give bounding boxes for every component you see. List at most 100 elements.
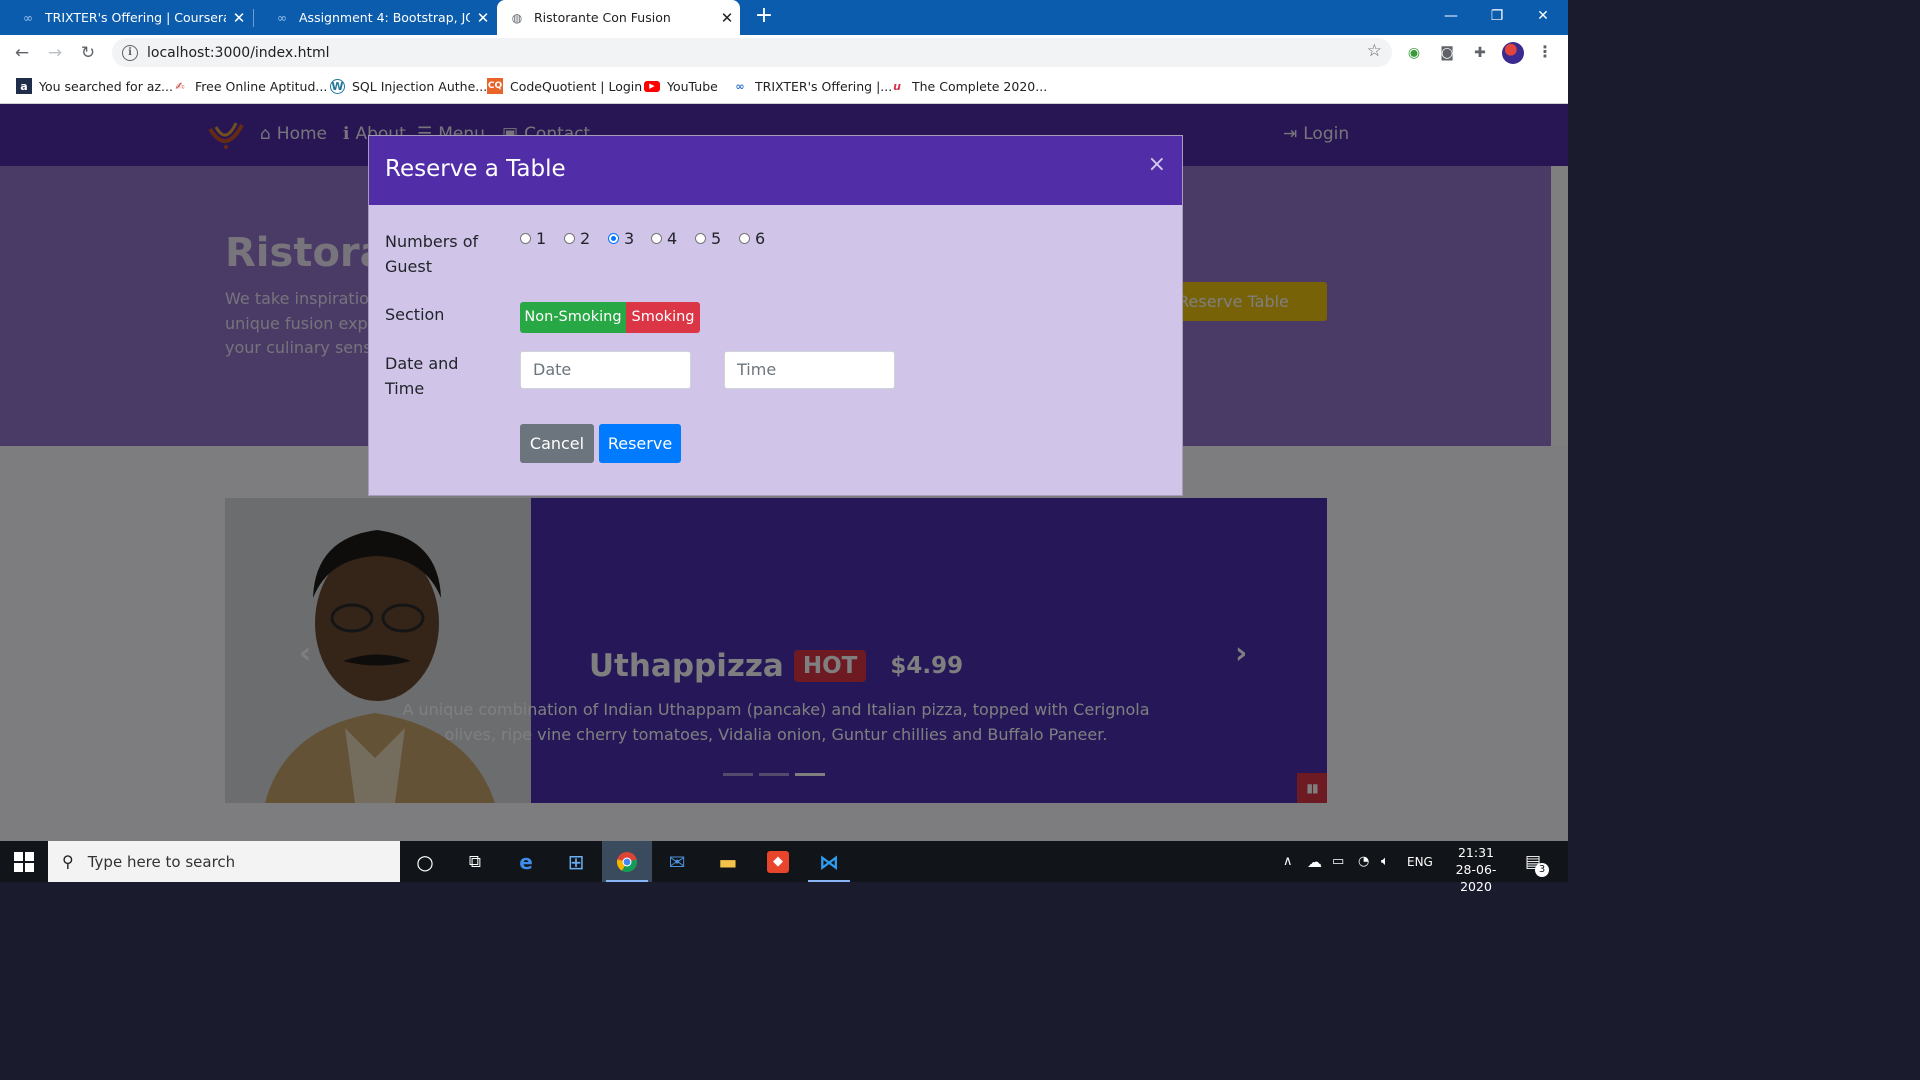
cancel-button[interactable]: Cancel	[520, 424, 594, 463]
address-bar[interactable]: i localhost:3000/index.html ☆	[112, 38, 1392, 67]
profile-avatar[interactable]	[1502, 42, 1524, 64]
edge-icon[interactable]: e	[501, 841, 551, 882]
radio-label: 5	[711, 229, 722, 248]
radio-label: 2	[580, 229, 591, 248]
vscode-icon[interactable]: ⋈	[804, 841, 854, 882]
search-placeholder: Type here to search	[87, 852, 236, 871]
section-label: Section	[385, 305, 445, 324]
clock-date: 28-06-2020	[1455, 862, 1497, 894]
bookmark-label: You searched for az...	[39, 78, 173, 94]
close-tab-icon[interactable]: ✕	[226, 9, 252, 27]
bookmark-item[interactable]: CQ CodeQuotient | Login	[487, 70, 642, 102]
web-page: ⌂ Home ℹ About ☰ Menu ▣ Contact ⇥ Login …	[0, 104, 1568, 841]
minimize-button[interactable]: —	[1428, 0, 1474, 32]
close-icon[interactable]: ×	[1148, 152, 1166, 177]
store-icon[interactable]: ⊞	[551, 841, 601, 882]
codequotient-icon: CQ	[487, 78, 503, 94]
mail-icon[interactable]: ✉	[652, 841, 702, 882]
camera-icon[interactable]: ◙	[1438, 44, 1456, 62]
date-input[interactable]: Date	[520, 351, 691, 389]
reserve-button[interactable]: Reserve	[599, 424, 681, 463]
restore-button[interactable]: ❐	[1474, 0, 1520, 32]
guest-radio-5[interactable]: 5	[695, 229, 721, 248]
clock-time: 21:31	[1457, 845, 1495, 860]
radio-label: 3	[624, 229, 635, 248]
modal-header: Reserve a Table ×	[369, 136, 1182, 205]
coursera-icon: ∞	[735, 79, 745, 93]
time-input[interactable]: Time	[724, 351, 895, 389]
search-icon: ⚲	[62, 852, 74, 871]
git-icon[interactable]: ◆	[753, 841, 803, 882]
chrome-icon[interactable]	[602, 841, 652, 882]
radio-circle[interactable]	[739, 233, 750, 244]
coursera-icon: ∞	[277, 10, 287, 25]
bookmark-label: CodeQuotient | Login	[510, 78, 643, 94]
new-tab-button[interactable]: +	[752, 3, 776, 28]
taskbar-search-box[interactable]: ⚲ Type here to search	[48, 841, 400, 882]
url-text: localhost:3000/index.html	[147, 44, 330, 61]
bookmark-item[interactable]: ∞ TRIXTER's Offering |...	[732, 70, 892, 102]
reserve-table-modal: Reserve a Table × Numbers of Guest 1 2 3…	[368, 135, 1183, 496]
task-view-icon[interactable]: ⧉	[450, 841, 500, 882]
radio-circle[interactable]	[651, 233, 662, 244]
more-menu-icon[interactable]: ⋮	[1537, 42, 1553, 62]
back-button[interactable]: ←	[8, 39, 36, 67]
bookmark-item[interactable]: ✍ Free Online Aptitud...	[172, 70, 327, 102]
guest-radio-1[interactable]: 1	[520, 229, 546, 248]
tab-ristorante[interactable]: ◍ Ristorante Con Fusion ✕	[497, 0, 740, 35]
globe-icon: ◍	[511, 10, 523, 25]
bookmarks-bar: a You searched for az... ✍ Free Online A…	[0, 70, 1568, 104]
windows-taskbar: ⚲ Type here to search ○ ⧉ e ⊞ ✉ ▬ ◆ ⋈ ∧ …	[0, 841, 1568, 894]
tab-assignment[interactable]: ∞ Assignment 4: Bootstrap, JQuery ✕	[254, 0, 496, 35]
onedrive-icon[interactable]: ☁	[1307, 841, 1322, 882]
radio-circle[interactable]	[564, 233, 575, 244]
tab-strip: ∞ TRIXTER's Offering | Coursera ✕ ∞ Assi…	[0, 0, 1568, 35]
bookmark-item[interactable]: u The Complete 2020...	[889, 70, 1047, 102]
non-smoking-button[interactable]: Non-Smoking	[520, 302, 626, 333]
bookmark-label: YouTube	[667, 78, 718, 94]
windows-start-icon[interactable]	[14, 852, 34, 872]
guests-label: Numbers of Guest	[385, 232, 479, 276]
bookmark-item[interactable]: a You searched for az...	[16, 70, 173, 102]
close-window-button[interactable]: ✕	[1520, 0, 1566, 32]
volume-icon[interactable]: 🔈︎	[1381, 841, 1389, 882]
battery-icon[interactable]: ▭	[1332, 841, 1344, 882]
forward-button[interactable]: →	[41, 39, 69, 67]
info-icon[interactable]: i	[122, 44, 138, 61]
git-logo-icon: ◆	[767, 850, 789, 873]
notification-count-badge: 3	[1535, 863, 1549, 877]
language-indicator[interactable]: ENG	[1407, 841, 1433, 882]
guest-radio-6[interactable]: 6	[739, 229, 765, 248]
extension-globe-icon[interactable]: ◉	[1405, 44, 1423, 62]
extensions-puzzle-icon[interactable]: ✚	[1471, 44, 1489, 62]
bookmark-label: Free Online Aptitud...	[195, 78, 328, 94]
radio-label: 6	[755, 229, 766, 248]
close-tab-icon[interactable]: ✕	[470, 9, 496, 27]
reload-button[interactable]: ↻	[74, 39, 102, 67]
tab-title: Ristorante Con Fusion	[534, 10, 671, 25]
browser-toolbar: ← → ↻ i localhost:3000/index.html ☆ ◉ ◙ …	[0, 35, 1568, 70]
wifi-icon[interactable]: ◔	[1358, 841, 1369, 882]
radio-circle[interactable]	[695, 233, 706, 244]
file-explorer-icon[interactable]: ▬	[703, 841, 753, 882]
close-tab-icon[interactable]: ✕	[714, 9, 740, 27]
tab-coursera-offering[interactable]: ∞ TRIXTER's Offering | Coursera ✕	[0, 0, 252, 35]
radio-circle-selected[interactable]	[608, 233, 619, 244]
bookmark-label: The Complete 2020...	[912, 78, 1048, 94]
bookmark-item[interactable]: W SQL Injection Authe...	[330, 70, 487, 102]
bookmark-item[interactable]: ▶ YouTube	[644, 70, 718, 102]
clock[interactable]: 21:31 28-06-2020	[1440, 844, 1512, 895]
guest-radio-3[interactable]: 3	[608, 229, 634, 248]
datetime-label: Date and Time	[385, 354, 459, 398]
show-hidden-icons[interactable]: ∧	[1283, 841, 1293, 882]
guest-radio-2[interactable]: 2	[564, 229, 590, 248]
bookmark-favicon-icon: ✍	[175, 79, 185, 93]
coursera-icon: ∞	[23, 10, 33, 25]
smoking-button[interactable]: Smoking	[626, 302, 700, 333]
bookmark-star-icon[interactable]: ☆	[1367, 41, 1382, 61]
bookmark-label: TRIXTER's Offering |...	[755, 78, 893, 94]
cortana-icon[interactable]: ○	[400, 841, 450, 882]
tab-title: Assignment 4: Bootstrap, JQuery	[299, 10, 470, 25]
radio-circle[interactable]	[520, 233, 531, 244]
guest-radio-4[interactable]: 4	[651, 229, 677, 248]
